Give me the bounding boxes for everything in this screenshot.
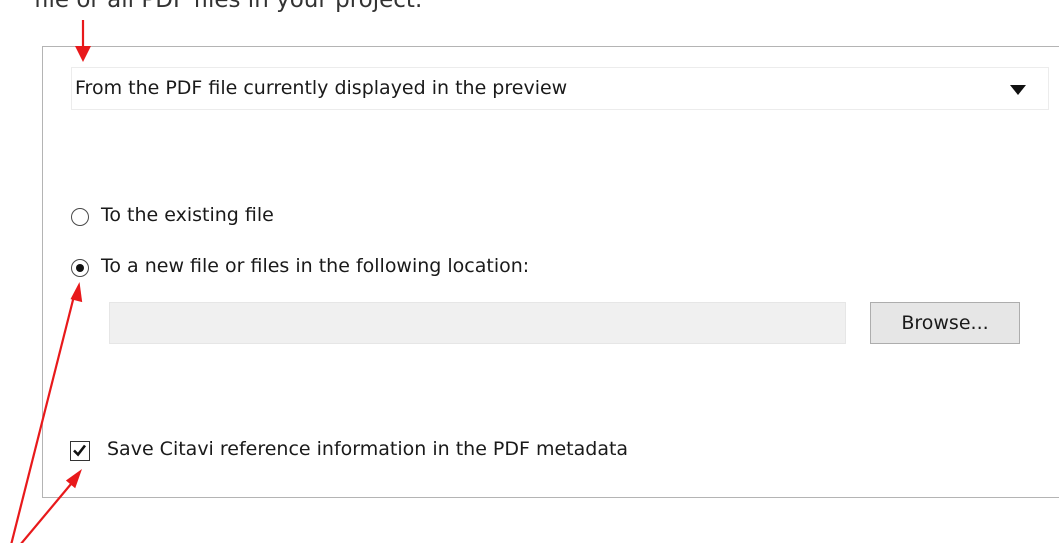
existing-file-radio[interactable] — [71, 208, 89, 226]
existing-file-label[interactable]: To the existing file — [101, 204, 274, 226]
pdf-source-dropdown[interactable]: From the PDF file currently displayed in… — [71, 67, 1049, 110]
radio-selected-dot — [75, 263, 84, 272]
save-metadata-checkbox[interactable] — [70, 441, 90, 461]
save-metadata-label[interactable]: Save Citavi reference information in the… — [107, 438, 628, 460]
location-input[interactable] — [109, 302, 846, 344]
chevron-down-icon — [1010, 85, 1026, 95]
new-file-label[interactable]: To a new file or files in the following … — [101, 255, 529, 277]
intro-text: file or all PDF files in your project. — [34, 0, 423, 13]
new-file-radio[interactable] — [71, 259, 89, 277]
browse-button[interactable]: Browse... — [870, 302, 1020, 344]
pdf-source-selected-value: From the PDF file currently displayed in… — [75, 77, 568, 99]
checkmark-icon — [73, 444, 87, 457]
screenshot: file or all PDF files in your project. F… — [0, 0, 1059, 543]
